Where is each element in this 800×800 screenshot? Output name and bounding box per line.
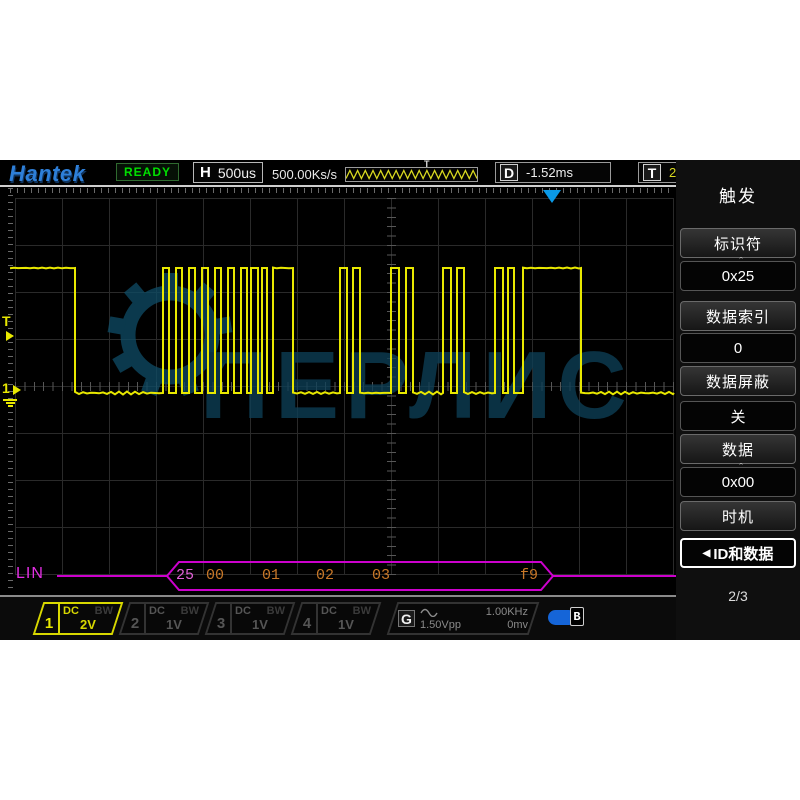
data-index-value: 0 [733, 339, 743, 357]
timebase-label: H [200, 164, 211, 181]
channel-number: 2 [126, 604, 146, 633]
coupling-label: DC [149, 605, 165, 617]
usb-indicator: B [570, 607, 584, 626]
delay-label: D [500, 164, 518, 181]
data-value: 0x00 [722, 462, 755, 491]
left-arrow-icon: ◀ [702, 547, 711, 559]
menu-button-identifier[interactable]: 标识符 [680, 228, 796, 258]
menu-button-timing[interactable]: 时机 [680, 501, 796, 531]
menu-value-timing[interactable]: ◀ ID和数据 [680, 538, 796, 568]
channel-number: 3 [212, 604, 232, 633]
generator-offset: 0mv [507, 618, 528, 631]
generator-badge[interactable]: G 1.00KHz 1.50Vpp 0mv [386, 602, 540, 635]
generator-amplitude: 1.50Vpp [420, 618, 461, 631]
decode-byte-2: 02 [316, 567, 335, 584]
bandwidth-label: BW [94, 605, 113, 617]
menu-page-indicator: 2/3 [728, 588, 748, 604]
volts-per-div: 1V [166, 617, 182, 632]
volts-per-div: 1V [338, 617, 354, 632]
acquisition-status-badge: READY [116, 163, 180, 181]
decode-byte-1: 01 [262, 567, 281, 584]
sine-icon [420, 608, 438, 617]
delay-box: D -1.52ms [495, 162, 611, 183]
trigger-label: T [643, 164, 661, 181]
generator-frequency: 1.00KHz [485, 605, 528, 618]
preview-trigger-marker: T [424, 160, 430, 169]
decode-byte-3: 03 [372, 567, 391, 584]
decode-checksum: f9 [520, 567, 539, 584]
timebase-value: 500us [217, 164, 256, 181]
channel-4-badge[interactable]: 4 DC BW 1V [290, 602, 382, 635]
bandwidth-label: BW [266, 605, 285, 617]
delay-value: -1.52ms [526, 165, 573, 180]
decode-protocol-label: LIN [16, 565, 44, 582]
menu-title: 触发 [719, 187, 757, 206]
channel-number: 4 [298, 604, 318, 633]
menu-button-data-mask[interactable]: 数据屏蔽 [680, 366, 796, 396]
sample-rate: 500.00Ks/s [272, 167, 338, 182]
identifier-value: 0x25 [722, 256, 755, 285]
data-mask-value: 关 [730, 408, 746, 426]
timing-value: ID和数据 [713, 545, 774, 563]
decode-bus-frame [57, 561, 676, 591]
bandwidth-label: BW [352, 605, 371, 617]
menu-button-data[interactable]: 数据 [680, 434, 796, 464]
oscilloscope-screen: ПЕРЛИС T 1 Hantek READY H 500us 500.00Ks… [0, 160, 800, 640]
status-bar: Hantek READY H 500us 500.00Ks/s T D -1.5… [0, 160, 708, 186]
menu-value-data-mask[interactable]: 关 [680, 401, 796, 431]
menu-button-data-index[interactable]: 数据索引 [680, 301, 796, 331]
waveform-preview-strip[interactable] [345, 167, 478, 182]
coupling-label: DC [321, 605, 337, 617]
bandwidth-label: BW [180, 605, 199, 617]
volts-per-div: 2V [80, 617, 96, 632]
brand-logo: Hantek [9, 161, 86, 186]
coupling-label: DC [63, 605, 79, 617]
decode-byte-0: 00 [206, 567, 225, 584]
channel-2-badge[interactable]: 2 DC BW 1V [118, 602, 210, 635]
menu-value-identifier[interactable]: 0x25 [680, 256, 796, 291]
channel-3-badge[interactable]: 3 DC BW 1V [204, 602, 296, 635]
coupling-label: DC [235, 605, 251, 617]
generator-label: G [398, 610, 415, 627]
usb-device-icon [548, 610, 572, 625]
channel-1-badge[interactable]: 1 DC BW 2V [32, 602, 124, 635]
timebase-box: H 500us [193, 162, 263, 183]
channel-number: 1 [40, 604, 60, 633]
topbar-separator [0, 185, 676, 187]
volts-per-div: 1V [252, 617, 268, 632]
menu-value-data[interactable]: 0x00 [680, 462, 796, 497]
menu-value-data-index[interactable]: 0 [680, 333, 796, 363]
decode-id-value: 25 [176, 567, 195, 584]
trigger-menu-panel: 触发 标识符 0x25 数据索引 0 数据屏蔽 关 数据 0x00 时机 ◀ I… [676, 160, 800, 640]
